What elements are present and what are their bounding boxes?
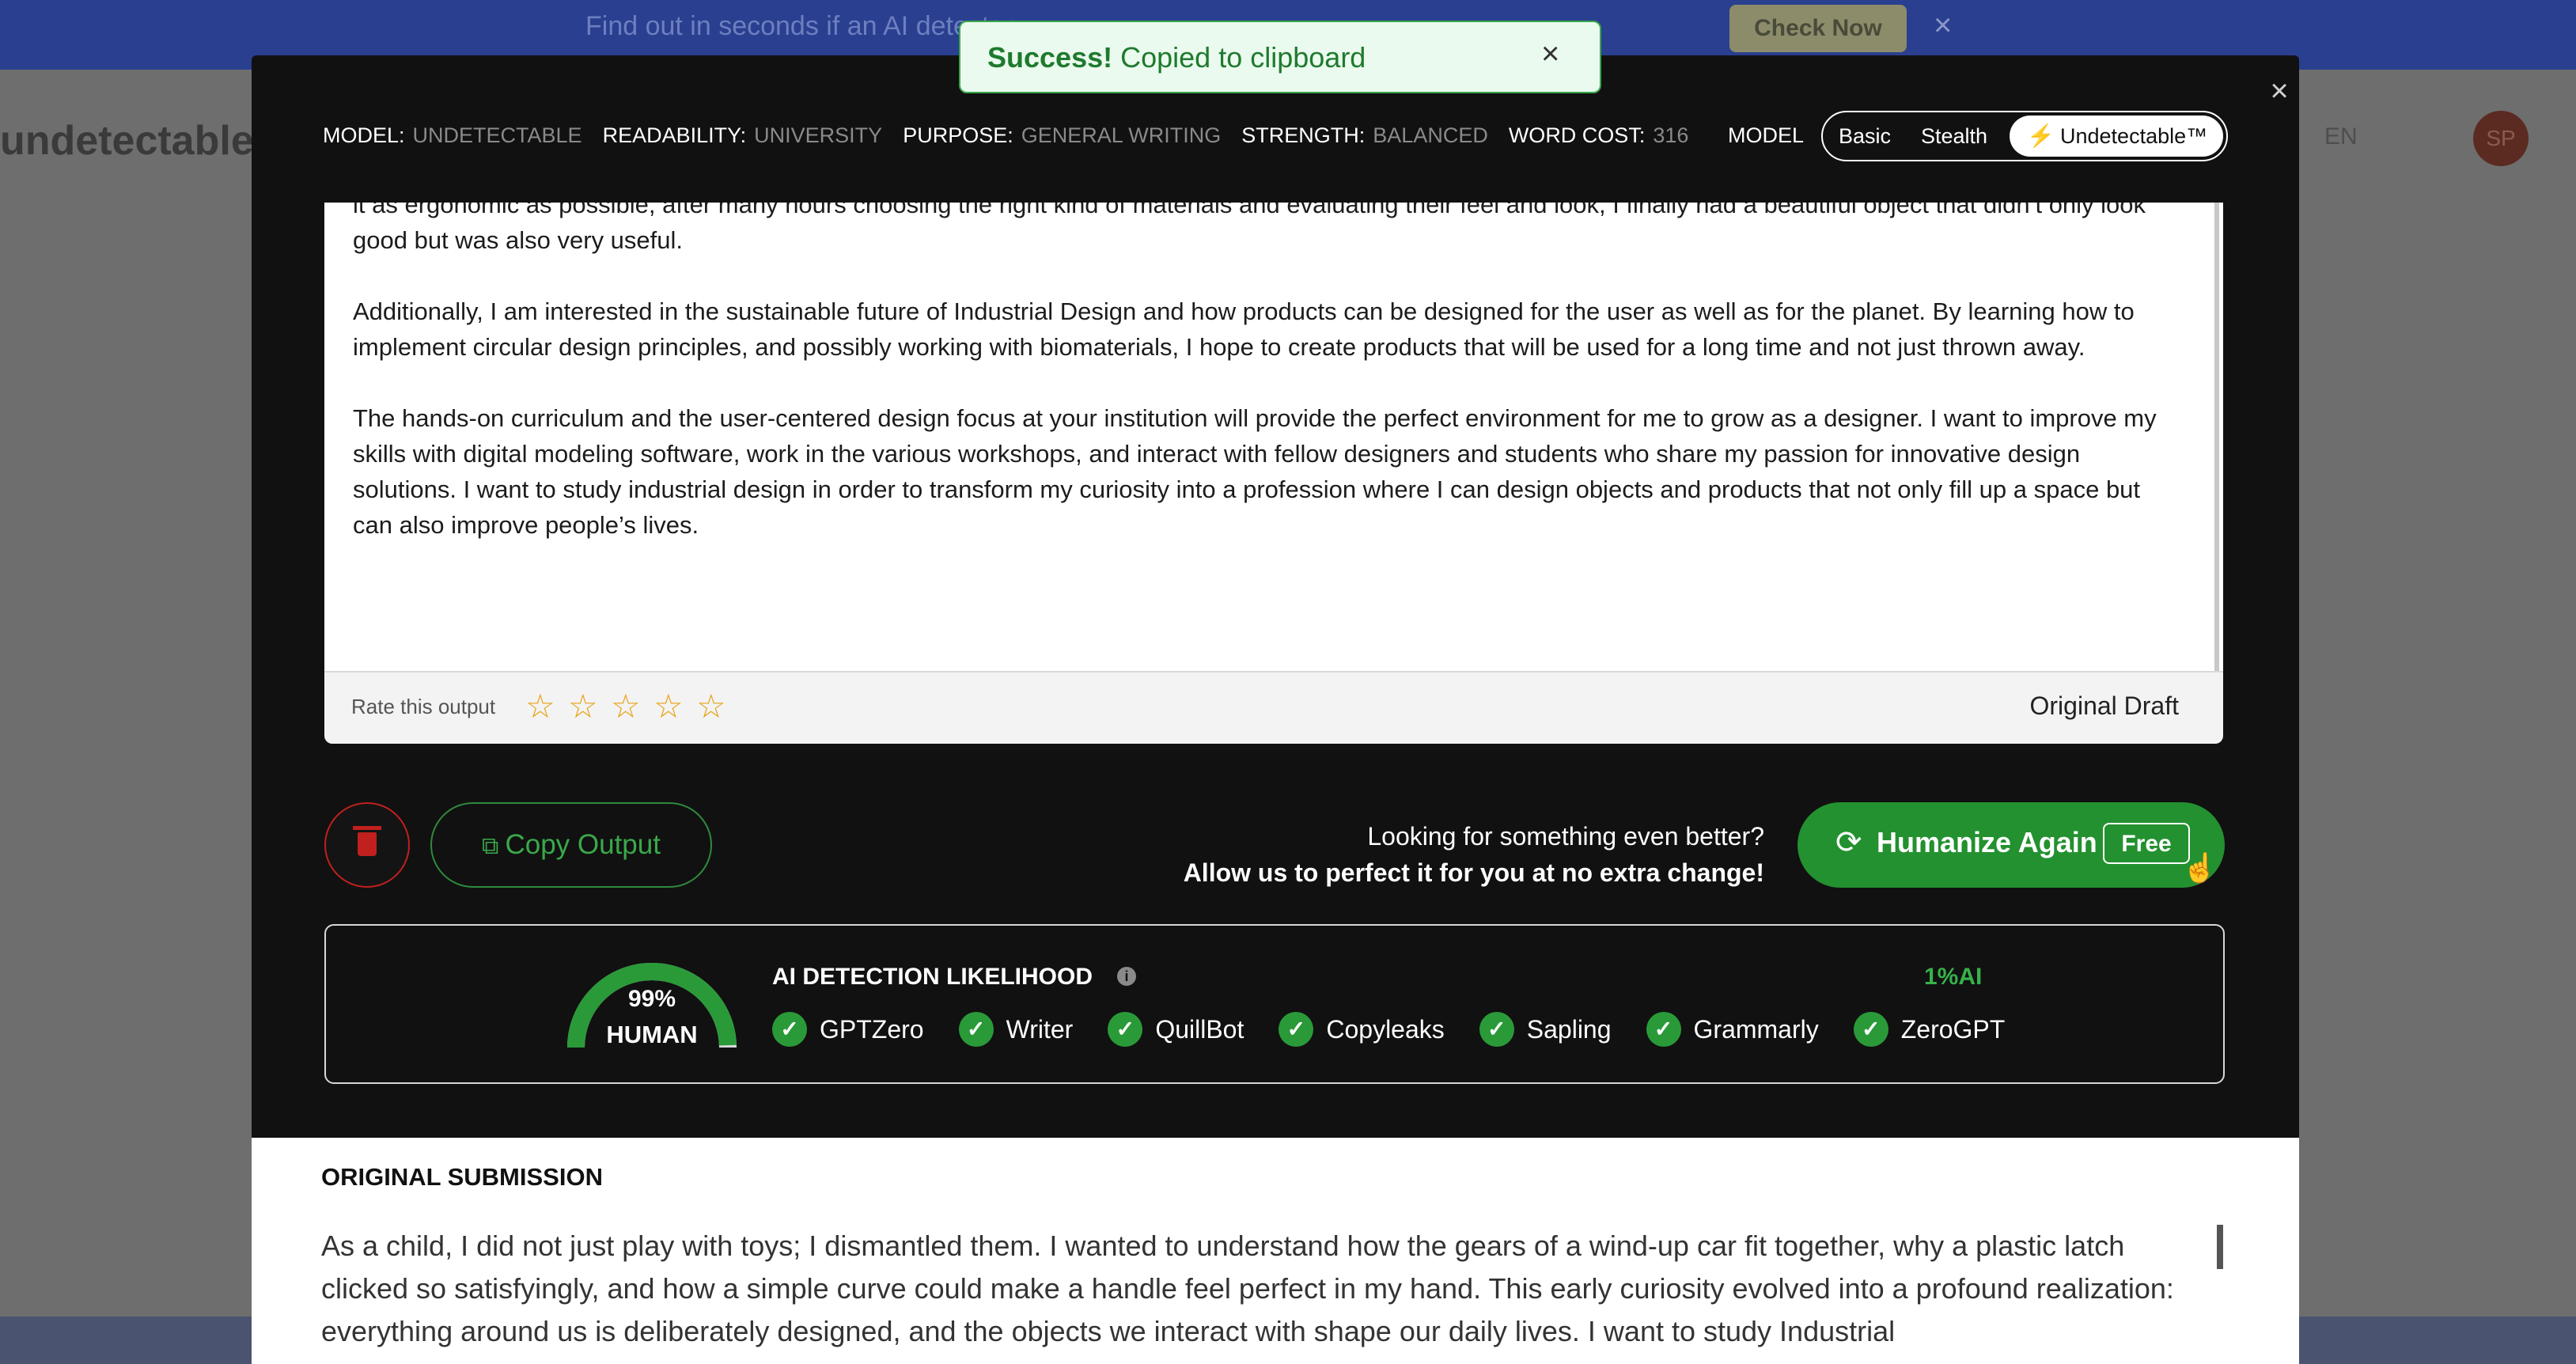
detector-name: GPTZero: [820, 1014, 924, 1044]
rate-label: Rate this output: [351, 695, 496, 718]
upsell-line-2: Allow us to perfect it for you at no ext…: [1183, 858, 1764, 887]
setting-value: 316: [1653, 123, 1689, 147]
output-paragraph: The hands-on curriculum and the user-cen…: [353, 404, 2157, 539]
trash-icon: [353, 826, 381, 856]
detector-item: ✓ GPTZero: [772, 1012, 924, 1047]
check-icon: ✓: [1279, 1012, 1314, 1047]
detector-list: ✓ GPTZero ✓ Writer ✓ QuillBot ✓ Copyleaks ✓ Sapli…: [772, 1010, 2040, 1049]
banner-close-icon[interactable]: ×: [1934, 8, 1952, 44]
model-option-basic[interactable]: Basic: [1839, 112, 1891, 160]
model-option-stealth[interactable]: Stealth: [1921, 112, 1987, 160]
detector-item: ✓ ZeroGPT: [1853, 1012, 2006, 1047]
star-rating: ☆ ☆ ☆ ☆ ☆: [525, 687, 739, 726]
setting-key: WORD COST:: [1508, 123, 1646, 147]
detector-name: Writer: [1006, 1014, 1074, 1044]
setting-value: BALANCED: [1373, 123, 1488, 147]
check-icon: ✓: [1646, 1012, 1681, 1047]
copy-output-label: Copy Output: [505, 829, 661, 860]
site-logo: undetectable: [0, 118, 254, 164]
ai-percent: 1%AI: [1924, 964, 1983, 990]
setting-value: GENERAL WRITING: [1021, 123, 1222, 147]
toast-message: Success! Copied to clipboard: [987, 41, 1366, 74]
detector-item: ✓ Writer: [958, 1012, 1074, 1047]
detector-item: ✓ QuillBot: [1108, 1012, 1244, 1047]
check-icon: ✓: [772, 1012, 807, 1047]
check-icon: ✓: [1853, 1012, 1888, 1047]
info-icon[interactable]: i: [1117, 967, 1136, 986]
star-icon[interactable]: ☆: [653, 687, 696, 726]
modal-close-icon[interactable]: ×: [2261, 73, 2298, 109]
star-icon[interactable]: ☆: [611, 687, 653, 726]
model-toggle: Basic Stealth ⚡ Undetectable™: [1821, 111, 2228, 161]
delete-button[interactable]: [324, 802, 410, 888]
original-draft-link[interactable]: Original Draft: [2030, 691, 2180, 721]
copy-output-button[interactable]: ⧉ Copy Output: [430, 802, 712, 888]
setting-key: STRENGTH:: [1241, 123, 1366, 147]
model-option-undetectable-label: Undetectable™: [2060, 124, 2208, 148]
original-submission-title: ORIGINAL SUBMISSION: [321, 1163, 603, 1191]
detector-name: QuillBot: [1155, 1014, 1244, 1044]
output-text: it as ergonomic as possible, after many …: [353, 203, 2185, 578]
model-option-undetectable[interactable]: ⚡ Undetectable™: [2010, 116, 2223, 157]
detector-name: Copyleaks: [1326, 1014, 1445, 1044]
model-label: MODEL: [1728, 123, 1805, 147]
output-first-line: it as ergonomic as possible, after many …: [353, 203, 2146, 254]
detector-item: ✓ Sapling: [1479, 1012, 1612, 1047]
setting-value: UNDETECTABLE: [412, 123, 582, 147]
original-submission-text[interactable]: As a child, I did not just play with toy…: [321, 1225, 2217, 1353]
refresh-icon: ⟳: [1835, 825, 1862, 860]
avatar[interactable]: SP: [2473, 111, 2529, 166]
toast-close-icon[interactable]: ×: [1541, 36, 1559, 72]
detector-name: Grammarly: [1693, 1014, 1819, 1044]
language-selector[interactable]: EN: [2324, 123, 2358, 150]
toast-text: Copied to clipboard: [1120, 41, 1366, 74]
check-icon: ✓: [1108, 1012, 1143, 1047]
star-icon[interactable]: ☆: [696, 687, 739, 726]
humanize-again-button[interactable]: ⟳ Humanize Again Free: [1798, 802, 2225, 888]
detector-name: Sapling: [1526, 1014, 1612, 1044]
lightning-icon: ⚡: [2027, 123, 2055, 148]
output-paragraph: Additionally, I am interested in the sus…: [353, 297, 2135, 361]
check-now-button[interactable]: Check Now: [1729, 5, 1907, 52]
toast-strong: Success!: [987, 41, 1113, 74]
star-icon[interactable]: ☆: [568, 687, 611, 726]
setting-key: READABILITY:: [602, 123, 747, 147]
rating-bar: Rate this output ☆ ☆ ☆ ☆ ☆ Original Draft: [324, 671, 2223, 744]
detector-name: ZeroGPT: [1900, 1014, 2006, 1044]
detector-item: ✓ Copyleaks: [1279, 1012, 1445, 1047]
human-label: HUMAN: [606, 1021, 698, 1048]
check-icon: ✓: [958, 1012, 994, 1047]
human-percent: 99%: [627, 986, 676, 1012]
original-scrollbar[interactable]: [2217, 1225, 2223, 1269]
detector-item: ✓ Grammarly: [1646, 1012, 1819, 1047]
pointer-cursor-icon: ☝: [2182, 851, 2218, 884]
success-toast: Success! Copied to clipboard ×: [959, 21, 1601, 93]
output-text-area[interactable]: it as ergonomic as possible, after many …: [324, 203, 2223, 671]
setting-value: UNIVERSITY: [754, 123, 883, 147]
star-icon[interactable]: ☆: [525, 687, 568, 726]
output-scrollbar[interactable]: [2214, 203, 2219, 671]
setting-key: MODEL:: [323, 123, 405, 147]
copy-icon: ⧉: [482, 833, 499, 859]
check-icon: ✓: [1479, 1012, 1514, 1047]
free-badge: Free: [2103, 823, 2190, 864]
detection-title: AI DETECTION LIKELIHOOD: [772, 964, 1093, 990]
upsell-text: Looking for something even better? Allow…: [1184, 818, 1764, 891]
humanize-again-label: Humanize Again: [1877, 826, 2097, 858]
setting-key: PURPOSE:: [903, 123, 1013, 147]
settings-summary: MODEL: UNDETECTABLE READABILITY: UNIVERSITY…: [323, 120, 1709, 150]
upsell-line-1: Looking for something even better?: [1367, 822, 1764, 851]
